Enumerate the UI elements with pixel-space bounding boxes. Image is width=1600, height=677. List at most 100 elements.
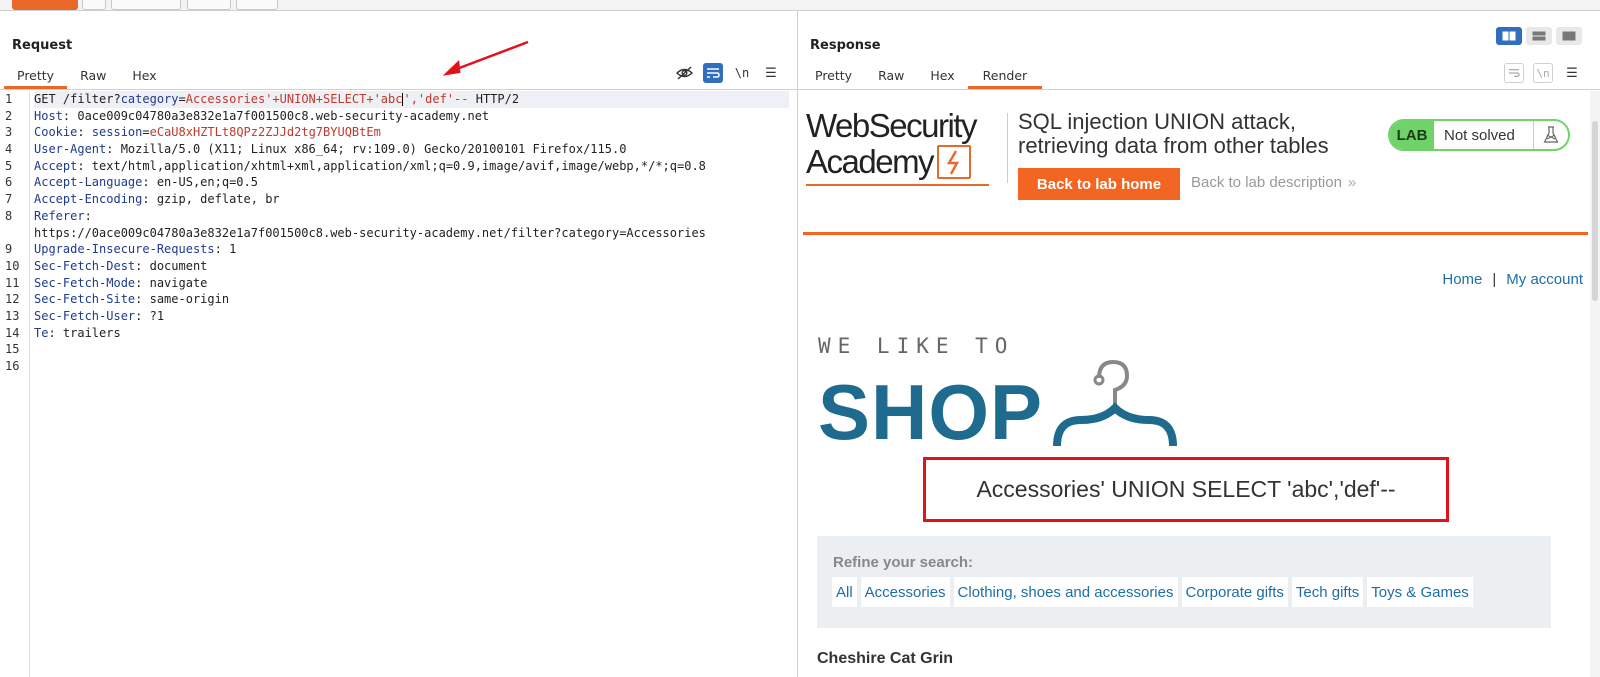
newline-icon[interactable]: \n: [1533, 63, 1553, 83]
header-key: Sec-Fetch-Mode: [34, 275, 136, 290]
layout-side-by-side-icon[interactable]: [1496, 27, 1522, 45]
request-tools: \n ☰: [674, 63, 781, 83]
response-pane: Response Pretty Raw Hex Render \n ☰ WebS…: [798, 11, 1600, 677]
filter-all[interactable]: All: [832, 577, 857, 607]
line-number: 8: [5, 208, 13, 223]
nav-home-link[interactable]: Home: [1442, 271, 1482, 288]
http-method: GET: [34, 92, 63, 106]
query-param-name: category: [120, 92, 179, 106]
shop-logo: WE LIKE TO SHOP: [818, 334, 1183, 456]
refine-search-panel: Refine your search: All Accessories Clot…: [817, 536, 1551, 628]
hanger-icon: [1053, 359, 1178, 447]
hide-icon[interactable]: [674, 63, 694, 83]
line-number: 14: [5, 325, 20, 340]
header-sec-fetch-mode: Sec-Fetch-Mode: navigate: [34, 275, 789, 292]
shop-tagline: WE LIKE TO: [818, 334, 1015, 358]
header-divider: [1007, 113, 1008, 183]
line-number: 10: [5, 258, 20, 273]
line-number: 1: [5, 92, 13, 106]
header-referer: Referer:: [34, 208, 789, 225]
header-upgrade-insecure: Upgrade-Insecure-Requests: 1: [34, 241, 789, 258]
toolbar-button[interactable]: [82, 0, 106, 10]
header-value: : 1: [214, 242, 237, 257]
request-pane: Request Pretty Raw Hex \n ☰ 1 2 3 4 5 6 …: [0, 11, 798, 677]
toolbar-button[interactable]: [187, 0, 231, 10]
equals-sign: =: [178, 92, 186, 106]
back-to-lab-description-link[interactable]: Back to lab description »: [1191, 174, 1356, 191]
tab-hex[interactable]: Hex: [917, 65, 967, 89]
lightning-icon: [937, 145, 972, 179]
scrollbar-thumb[interactable]: [1592, 121, 1598, 301]
render-view: WebSecurity Academy SQL injection UNION …: [798, 91, 1600, 677]
top-nav: Home | My account: [1442, 271, 1583, 288]
header-key: Te: [34, 325, 49, 340]
cookie-name: session: [91, 125, 143, 140]
render-scrollbar[interactable]: [1590, 91, 1600, 677]
filter-clothing[interactable]: Clothing, shoes and accessories: [953, 577, 1178, 607]
lab-title: SQL injection UNION attack, retrieving d…: [1018, 110, 1329, 158]
header-value: : ?1: [135, 308, 165, 323]
header-key: Referer: [34, 208, 85, 223]
line-number: 3: [5, 125, 13, 140]
shop-wordmark: SHOP: [818, 368, 1044, 456]
top-toolbar-strip: [0, 0, 1600, 11]
line-number: 9: [5, 242, 13, 257]
layout-tabs-icon[interactable]: [1556, 27, 1582, 45]
web-security-academy-logo[interactable]: WebSecurity Academy: [806, 107, 1006, 186]
header-key: User-Agent: [34, 142, 107, 157]
request-code: GET /filter?category=Accessories'+UNION+…: [34, 91, 789, 375]
menu-icon[interactable]: ☰: [1562, 63, 1582, 83]
http-version: HTTP/2: [468, 92, 520, 106]
header-value: : navigate: [135, 275, 208, 290]
header-referer-cont: https://0ace009c04780a3e832e1a7f001500c8…: [34, 225, 789, 242]
menu-icon[interactable]: ☰: [761, 63, 781, 83]
header-key: Sec-Fetch-User: [34, 308, 136, 323]
tab-raw[interactable]: Raw: [67, 65, 119, 89]
filter-tech-gifts[interactable]: Tech gifts: [1291, 577, 1364, 607]
tab-pretty[interactable]: Pretty: [4, 65, 68, 89]
wrap-lines-icon[interactable]: [1504, 63, 1524, 83]
header-key: Cookie: [34, 125, 78, 140]
request-editor[interactable]: 1 2 3 4 5 6 7 8 9 10 11 12 13 14 15 16 G…: [0, 91, 797, 677]
filter-toys-games[interactable]: Toys & Games: [1367, 577, 1473, 607]
back-to-lab-home-button[interactable]: Back to lab home: [1018, 168, 1180, 200]
header-sep: :: [77, 125, 92, 140]
query-param-value: Accessories'+UNION+SELECT+'abc: [185, 92, 403, 106]
tab-hex[interactable]: Hex: [119, 65, 169, 89]
line-number: 7: [5, 192, 13, 207]
category-filters: All Accessories Clothing, shoes and acce…: [832, 577, 1473, 607]
toolbar-button[interactable]: [236, 0, 278, 10]
header-value: : trailers: [48, 325, 121, 340]
logo-text-1: WebSecurity: [806, 107, 977, 144]
filter-accessories[interactable]: Accessories: [860, 577, 950, 607]
send-button[interactable]: [12, 0, 78, 10]
tab-render[interactable]: Render: [967, 65, 1043, 89]
header-value: : gzip, deflate, br: [142, 192, 280, 207]
newline-icon[interactable]: \n: [732, 63, 752, 83]
filter-corporate-gifts[interactable]: Corporate gifts: [1181, 577, 1288, 607]
header-orange-rule: [803, 232, 1588, 235]
wrap-lines-icon[interactable]: [703, 63, 723, 83]
toolbar-button[interactable]: [111, 0, 181, 10]
line-number: [0, 225, 29, 242]
tab-pretty[interactable]: Pretty: [802, 65, 865, 89]
nav-my-account-link[interactable]: My account: [1506, 271, 1583, 288]
refine-label: Refine your search:: [833, 554, 974, 571]
header-key: Host: [34, 108, 63, 123]
equals-sign: =: [142, 125, 150, 140]
empty-line: [34, 358, 789, 375]
header-key: Accept-Encoding: [34, 192, 143, 207]
line-number: 13: [5, 308, 20, 323]
tab-raw[interactable]: Raw: [865, 65, 917, 89]
line-number: 16: [5, 359, 20, 373]
line-number: 5: [5, 158, 13, 173]
layout-stacked-icon[interactable]: [1526, 27, 1552, 45]
header-sec-fetch-site: Sec-Fetch-Site: same-origin: [34, 291, 789, 308]
header-accept: Accept: text/html,application/xhtml+xml,…: [34, 158, 789, 175]
line-number: 12: [5, 292, 20, 307]
cookie-value: eCaU8xHZTLt8QPz2ZJJd2tg7BYUQBtEm: [149, 125, 381, 140]
logo-row-2: Academy: [806, 144, 1006, 180]
double-chevron-icon: »: [1347, 174, 1357, 191]
empty-line: [34, 341, 789, 358]
header-value: : same-origin: [135, 292, 230, 307]
